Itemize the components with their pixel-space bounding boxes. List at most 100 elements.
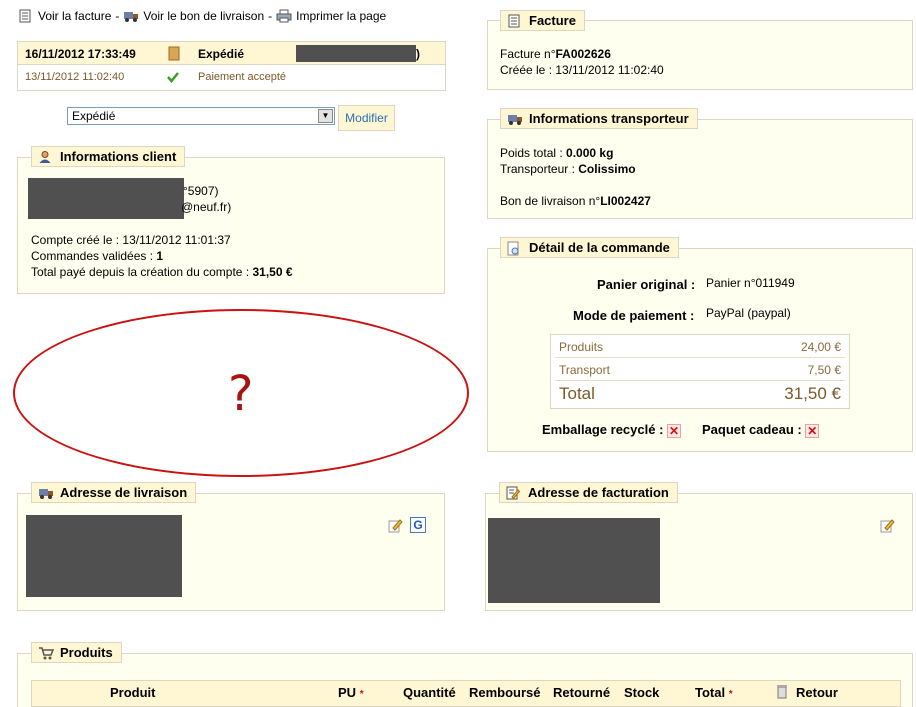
products-legend: Produits [31, 642, 122, 663]
recycled-packaging-label: Emballage recyclé : [542, 422, 664, 437]
column-total-label: Total [695, 685, 726, 700]
recycled-packaging: Emballage recyclé : ✕ [542, 422, 682, 438]
carrier-title: Informations transporteur [529, 111, 689, 126]
original-cart-value: Panier n°011949 [706, 276, 795, 290]
redacted-client [28, 178, 184, 219]
order-state-value: Expédié [72, 109, 116, 123]
history-status: Expédié [198, 47, 245, 61]
gift-wrapping: Paquet cadeau : ✕ [702, 422, 820, 438]
package-icon [168, 45, 180, 64]
totals-row-transport: Transport 7,50 € [555, 358, 845, 381]
original-cart-label: Panier original : [597, 277, 696, 292]
account-created: Compte créé le : 13/11/2012 11:01:37 [31, 233, 231, 247]
invoice-created-value: 13/11/2012 11:02:40 [555, 63, 664, 77]
total-label: Total [559, 384, 595, 403]
cross-icon: ✕ [667, 423, 682, 438]
order-totals-table: Produits 24,00 € Transport 7,50 € Total … [550, 334, 850, 409]
column-total: Total * [695, 685, 733, 700]
billing-address-title: Adresse de facturation [528, 485, 669, 500]
totals-row-label: Produits [559, 340, 604, 354]
history-status: Paiement accepté [198, 71, 287, 83]
invoice-number-label: Facture n° [500, 47, 556, 61]
products-title: Produits [60, 645, 113, 660]
edit-icon[interactable] [880, 518, 895, 536]
view-invoice-link[interactable]: Voir la facture [38, 9, 111, 23]
client-info-legend: Informations client [31, 146, 186, 167]
invoice-created: Créée le : 13/11/2012 11:02:40 [500, 63, 664, 77]
account-created-value: 13/11/2012 11:01:37 [122, 233, 231, 247]
annotation-question-mark: ? [228, 366, 254, 422]
column-product: Produit [110, 685, 156, 700]
check-icon [166, 70, 180, 87]
totals-row-value: 24,00 € [800, 340, 841, 354]
column-unit-price-label: PU [338, 685, 357, 700]
carrier-name-value: Colissimo [578, 162, 636, 176]
history-suffix: ) [416, 47, 420, 61]
total-weight: Poids total : 0.000 kg [500, 146, 613, 160]
invoice-legend: Facture [500, 10, 585, 31]
validated-orders-value: 1 [156, 249, 164, 263]
delivery-address-legend: Adresse de livraison [31, 482, 197, 503]
carrier-legend: Informations transporteur [500, 108, 698, 129]
carrier-name: Transporteur : Colissimo [500, 162, 636, 176]
order-state-select[interactable]: Expédié ▼ [67, 107, 335, 125]
print-page-link[interactable]: Imprimer la page [296, 9, 386, 23]
total-weight-label: Poids total : [500, 146, 563, 160]
column-unit-price: PU * [338, 685, 364, 700]
total-paid: Total payé depuis la création du compte … [31, 265, 293, 279]
view-delivery-slip-link[interactable]: Voir le bon de livraison [143, 9, 264, 23]
validated-orders-label: Commandes validées : [31, 249, 154, 263]
chevron-down-icon[interactable]: ▼ [318, 109, 333, 123]
order-detail-legend: Détail de la commande [500, 237, 679, 258]
total-value: 31,50 € [784, 384, 841, 403]
invoice-icon[interactable] [18, 9, 34, 23]
redacted-billing-address [488, 518, 660, 603]
truck-icon[interactable] [123, 9, 139, 23]
cart-icon [38, 646, 55, 660]
client-email-fragment: @neuf.fr) [181, 200, 232, 214]
invoice-edit-icon [506, 486, 522, 500]
redacted-employee [296, 45, 416, 62]
column-refunded: Remboursé [469, 685, 541, 700]
modify-button[interactable]: Modifier [338, 105, 395, 131]
payment-method-label: Mode de paiement : [573, 308, 695, 323]
total-paid-label: Total payé depuis la création du compte … [31, 265, 250, 279]
totals-row-label: Transport [559, 363, 610, 377]
invoice-created-label: Créée le : [500, 63, 553, 77]
column-quantity: Quantité [403, 685, 456, 700]
edit-icon[interactable] [388, 518, 403, 536]
google-maps-icon[interactable]: G [410, 517, 426, 533]
history-row: 16/11/2012 17:33:49 Expédié ) [18, 42, 445, 65]
delivery-slip-label: Bon de livraison n° [500, 194, 601, 208]
totals-row-total: Total 31,50 € [555, 381, 845, 408]
products-table-header: Produit PU * Quantité Remboursé Retourné… [31, 680, 901, 707]
trash-icon [776, 684, 788, 702]
delivery-slip-number: Bon de livraison n°LI002427 [500, 194, 651, 208]
user-icon [38, 150, 54, 164]
delivery-address-title: Adresse de livraison [60, 485, 188, 500]
validated-orders: Commandes validées : 1 [31, 249, 163, 263]
order-detail-title: Détail de la commande [529, 240, 670, 255]
invoice-title: Facture [529, 13, 576, 28]
carrier-name-label: Transporteur : [500, 162, 575, 176]
total-paid-value: 31,50 € [252, 265, 293, 279]
gift-wrapping-label: Paquet cadeau : [702, 422, 802, 437]
client-info-title: Informations client [60, 149, 177, 164]
required-mark: * [728, 689, 733, 700]
totals-row-products: Produits 24,00 € [555, 335, 845, 358]
order-history-table: 16/11/2012 17:33:49 Expédié ) 13/11/2012… [17, 41, 446, 91]
required-mark: * [359, 689, 364, 700]
truck-icon [38, 486, 54, 500]
payment-method-value: PayPal (paypal) [706, 306, 791, 320]
column-return: Retour [796, 685, 838, 700]
column-stock: Stock [624, 685, 660, 700]
delivery-slip-value: LI002427 [600, 194, 651, 208]
invoice-number-value: FA002626 [555, 47, 611, 61]
document-search-icon [507, 241, 523, 255]
top-links: Voir la facture - Voir le bon de livrais… [18, 9, 386, 23]
client-phone-fragment: °5907) [183, 184, 219, 198]
printer-icon[interactable] [276, 9, 292, 23]
invoice-number: Facture n°FA002626 [500, 47, 611, 61]
history-date: 16/11/2012 17:33:49 [25, 47, 136, 61]
history-date: 13/11/2012 11:02:40 [25, 71, 125, 83]
